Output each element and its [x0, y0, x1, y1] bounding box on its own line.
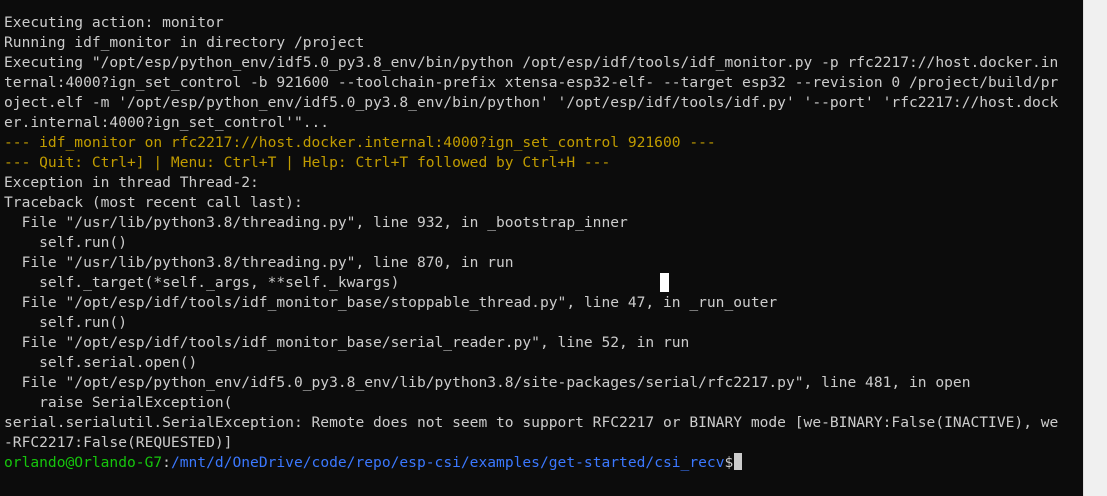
terminal-line: Traceback (most recent call last):	[4, 194, 303, 211]
terminal-output[interactable]: Executing action: monitor Running idf_mo…	[0, 0, 1083, 496]
terminal-line: self.run()	[4, 314, 128, 331]
terminal-line: -RFC2217:False(REQUESTED)]	[4, 434, 233, 451]
terminal-line: File "/opt/esp/python_env/idf5.0_py3.8_e…	[4, 374, 971, 391]
vertical-scrollbar[interactable]	[1083, 0, 1107, 496]
text-cursor	[734, 453, 743, 470]
mouse-text-cursor	[660, 273, 669, 292]
terminal-line: File "/opt/esp/idf/tools/idf_monitor_bas…	[4, 294, 778, 311]
terminal-line: self._target(*self._args, **self._kwargs…	[4, 274, 400, 291]
terminal-line: self.run()	[4, 234, 128, 251]
terminal-line: serial.serialutil.SerialException: Remot…	[4, 414, 1059, 431]
terminal-line: er.internal:4000?ign_set_control'"...	[4, 114, 330, 131]
prompt-separator: :	[162, 454, 171, 471]
terminal-line: oject.elf -m '/opt/esp/python_env/idf5.0…	[4, 94, 1059, 111]
terminal-line: File "/opt/esp/idf/tools/idf_monitor_bas…	[4, 334, 690, 351]
terminal-window: Executing action: monitor Running idf_mo…	[0, 0, 1107, 496]
monitor-help-line: --- Quit: Ctrl+] | Menu: Ctrl+T | Help: …	[4, 154, 611, 171]
terminal-line: File "/usr/lib/python3.8/threading.py", …	[4, 254, 514, 271]
terminal-line: Running idf_monitor in directory /projec…	[4, 34, 365, 51]
terminal-line: File "/usr/lib/python3.8/threading.py", …	[4, 214, 628, 231]
terminal-line: Exception in thread Thread-2:	[4, 174, 259, 191]
prompt-user-host: orlando@Orlando-G7	[4, 454, 163, 471]
monitor-banner-line: --- idf_monitor on rfc2217://host.docker…	[4, 134, 716, 151]
terminal-line: raise SerialException(	[4, 394, 233, 411]
terminal-line: Executing action: monitor	[4, 14, 224, 31]
terminal-line: Executing "/opt/esp/python_env/idf5.0_py…	[4, 54, 1059, 71]
terminal-line: self.serial.open()	[4, 354, 198, 371]
prompt-path: /mnt/d/OneDrive/code/repo/esp-csi/exampl…	[170, 454, 725, 471]
terminal-line: ternal:4000?ign_set_control -b 921600 --…	[4, 74, 1059, 91]
prompt-symbol: $	[724, 454, 734, 471]
shell-prompt[interactable]: orlando@Orlando-G7:/mnt/d/OneDrive/code/…	[0, 453, 1083, 473]
